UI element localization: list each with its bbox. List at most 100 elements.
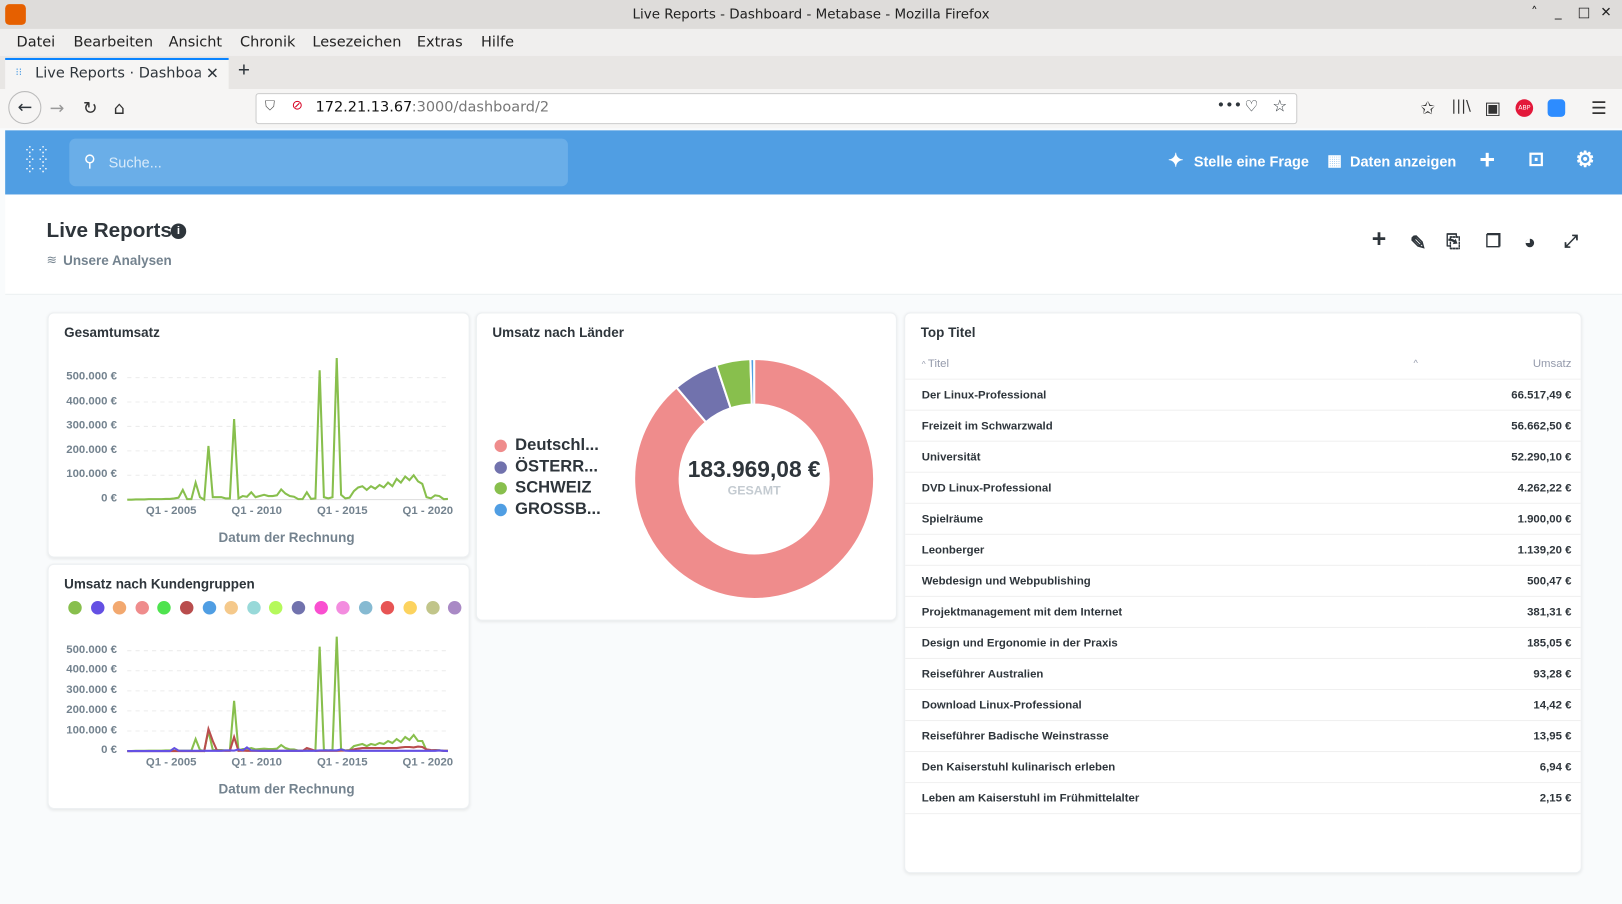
donut-total-label: GESAMT bbox=[727, 483, 781, 498]
menu-lesezeichen[interactable]: Lesezeichen bbox=[312, 34, 401, 51]
cell-titel[interactable]: Freizeit im Schwarzwald bbox=[905, 410, 1427, 442]
cell-titel[interactable]: Leben am Kaiserstuhl im Frühmittelalter bbox=[905, 782, 1427, 815]
menu-extras[interactable]: Extras bbox=[417, 34, 463, 51]
table-row[interactable]: Reiseführer Australien 93,28 € bbox=[905, 658, 1581, 691]
cell-titel[interactable]: Leonberger bbox=[905, 534, 1427, 566]
x-tick-label: Q1 - 2005 bbox=[145, 756, 197, 769]
table-row[interactable]: Download Linux-Professional 14,42 € bbox=[905, 689, 1581, 722]
insecure-lock-icon[interactable]: ⊘ bbox=[292, 98, 303, 114]
cell-titel[interactable]: DVD Linux-Professional bbox=[905, 472, 1427, 504]
search-input[interactable]: ⚲ Suche... bbox=[69, 138, 568, 187]
collection-link[interactable]: Unsere Analysen bbox=[63, 252, 172, 268]
ask-question-button[interactable]: Stelle eine Frage bbox=[1194, 153, 1309, 170]
column-header-umsatz[interactable]: Umsatz bbox=[1426, 349, 1581, 380]
minimize-icon[interactable]: _ bbox=[1555, 5, 1562, 21]
cell-titel[interactable]: Den Kaiserstuhl kulinarisch erleben bbox=[905, 751, 1427, 784]
add-card-icon[interactable]: + bbox=[1372, 226, 1386, 255]
cell-titel[interactable]: Projektmanagement mit dem Internet bbox=[905, 596, 1427, 628]
cell-titel[interactable]: Spielräume bbox=[905, 503, 1427, 535]
card-gesamtumsatz[interactable]: Gesamtumsatz Datum der Rechnung 500.000 … bbox=[47, 312, 470, 558]
y-tick-label: 200.000 € bbox=[66, 443, 117, 457]
cell-umsatz: 4.262,22 € bbox=[1426, 472, 1581, 504]
grid-icon: ▦ bbox=[1327, 152, 1342, 170]
sql-editor-icon[interactable]: ⊡ bbox=[1528, 148, 1544, 172]
cell-umsatz: 6,94 € bbox=[1426, 751, 1581, 784]
adblock-icon[interactable]: ABP bbox=[1515, 99, 1534, 117]
table-row[interactable]: Freizeit im Schwarzwald 56.662,50 € bbox=[905, 410, 1581, 442]
menu-ansicht[interactable]: Ansicht bbox=[169, 34, 222, 51]
card-top-titel[interactable]: Top Titel ^ Titel ^ Umsatz Der Linux-Prof… bbox=[904, 312, 1582, 874]
table-row[interactable]: Leonberger 1.139,20 € bbox=[905, 534, 1581, 566]
table-row[interactable]: Projektmanagement mit dem Internet 381,31… bbox=[905, 596, 1581, 628]
table-row[interactable]: Den Kaiserstuhl kulinarisch erleben 6,94 … bbox=[905, 751, 1581, 784]
revision-history-icon[interactable]: ◕ bbox=[1524, 232, 1536, 255]
table-row[interactable]: Spielräume 1.900,00 € bbox=[905, 503, 1581, 535]
tab-bar: ⁝⁝ Live Reports · Dashboard ✕ + bbox=[0, 55, 1622, 92]
series-line-0 bbox=[127, 636, 448, 753]
search-placeholder: Suche... bbox=[108, 154, 162, 171]
cell-titel[interactable]: Webdesign und Webpublishing bbox=[905, 565, 1427, 597]
cell-titel[interactable]: Reiseführer Badische Weinstrasse bbox=[905, 720, 1427, 753]
cell-umsatz: 13,95 € bbox=[1426, 720, 1581, 753]
card-umsatz-laender[interactable]: Umsatz nach Länder Deutschl... ÖSTERR... S… bbox=[475, 312, 897, 621]
new-plus-icon[interactable]: + bbox=[1479, 144, 1495, 176]
table-row[interactable]: Leben am Kaiserstuhl im Frühmittelalter 2… bbox=[905, 782, 1581, 815]
new-tab-icon[interactable]: + bbox=[238, 59, 250, 83]
info-icon[interactable]: i bbox=[170, 223, 187, 239]
cell-umsatz: 2,15 € bbox=[1426, 782, 1581, 815]
bookmark-star-icon[interactable]: ☆ bbox=[1272, 96, 1287, 116]
shield-icon[interactable]: ⛉ bbox=[265, 99, 275, 115]
zoom-extension-icon[interactable] bbox=[1547, 99, 1566, 117]
cell-umsatz: 93,28 € bbox=[1426, 658, 1581, 691]
y-tick-label: 400.000 € bbox=[66, 394, 117, 408]
library-icon[interactable]: |||\ bbox=[1451, 98, 1471, 115]
y-tick-label: 500.000 € bbox=[66, 370, 117, 383]
table-row[interactable]: DVD Linux-Professional 4.262,22 € bbox=[905, 472, 1581, 504]
maximize-icon[interactable]: □ bbox=[1578, 5, 1591, 21]
metabase-logo-icon[interactable]: ⁘⁘ ⁘⁘ ⁘⁘ bbox=[24, 143, 50, 176]
gear-icon[interactable]: ⚙ bbox=[1576, 147, 1595, 173]
menu-datei[interactable]: Datei bbox=[17, 34, 56, 51]
cell-umsatz: 381,31 € bbox=[1426, 596, 1581, 628]
close-tab-icon[interactable]: ✕ bbox=[206, 64, 219, 83]
table-header-row: ^ Titel ^ Umsatz bbox=[905, 349, 1581, 380]
table-row[interactable]: Design und Ergonomie in der Praxis 185,05… bbox=[905, 627, 1581, 659]
edit-pencil-icon[interactable]: ✎ bbox=[1410, 232, 1426, 256]
cell-titel[interactable]: Reiseführer Australien bbox=[905, 658, 1427, 691]
close-window-icon[interactable]: ✕ bbox=[1600, 5, 1611, 21]
cell-titel[interactable]: Universität bbox=[905, 441, 1427, 473]
menu-bearbeiten[interactable]: Bearbeiten bbox=[73, 34, 153, 51]
menu-chronik[interactable]: Chronik bbox=[240, 34, 295, 51]
cell-titel[interactable]: Design und Ergonomie in der Praxis bbox=[905, 627, 1427, 659]
table-row[interactable]: Der Linux-Professional 66.517,49 € bbox=[905, 379, 1581, 411]
hamburger-menu-icon[interactable]: ☰ bbox=[1591, 98, 1607, 119]
donut-slice-3[interactable] bbox=[749, 357, 756, 406]
card-umsatz-kundengruppen[interactable]: Umsatz nach Kundengruppen Datum der Rech… bbox=[47, 563, 470, 809]
sharing-icon[interactable]: ⎘ bbox=[1446, 232, 1460, 253]
table-row[interactable]: Reiseführer Badische Weinstrasse 13,95 € bbox=[905, 720, 1581, 753]
column-header-titel[interactable]: ^ Titel ^ bbox=[905, 349, 1427, 380]
bookmarks-icon[interactable]: ✩ bbox=[1420, 98, 1435, 119]
url-bar[interactable]: ⛉ ⊘ 172.21.13.67 :3000/dashboard/2 ••• ♡… bbox=[255, 93, 1298, 125]
more-actions-icon[interactable]: ••• bbox=[1217, 97, 1243, 114]
sidebar-icon[interactable]: ▣ bbox=[1485, 98, 1502, 119]
home-icon[interactable]: ⌂ bbox=[114, 98, 125, 119]
duplicate-icon[interactable]: ❐ bbox=[1486, 232, 1502, 253]
reload-icon[interactable]: ↻ bbox=[83, 98, 98, 119]
series-line-0 bbox=[127, 358, 448, 502]
table-row[interactable]: Webdesign und Webpublishing 500,47 € bbox=[905, 565, 1581, 597]
pocket-icon[interactable]: ♡ bbox=[1245, 97, 1259, 116]
cell-titel[interactable]: Download Linux-Professional bbox=[905, 689, 1427, 722]
fullscreen-icon[interactable]: ⤢ bbox=[1564, 232, 1578, 253]
back-icon[interactable]: ← bbox=[8, 91, 42, 125]
forward-icon[interactable]: → bbox=[50, 98, 65, 119]
chevron-up-icon[interactable]: ˄ bbox=[1531, 5, 1538, 21]
cell-titel[interactable]: Der Linux-Professional bbox=[905, 379, 1427, 411]
browse-data-button[interactable]: Daten anzeigen bbox=[1350, 153, 1456, 170]
browser-tab[interactable]: ⁝⁝ Live Reports · Dashboard ✕ bbox=[5, 57, 229, 92]
window-title: Live Reports - Dashboard - Metabase - Mo… bbox=[632, 7, 990, 23]
menu-hilfe[interactable]: Hilfe bbox=[481, 34, 514, 51]
cell-umsatz: 66.517,49 € bbox=[1426, 379, 1581, 411]
y-tick-label: 100.000 € bbox=[66, 467, 117, 481]
table-row[interactable]: Universität 52.290,10 € bbox=[905, 441, 1581, 473]
